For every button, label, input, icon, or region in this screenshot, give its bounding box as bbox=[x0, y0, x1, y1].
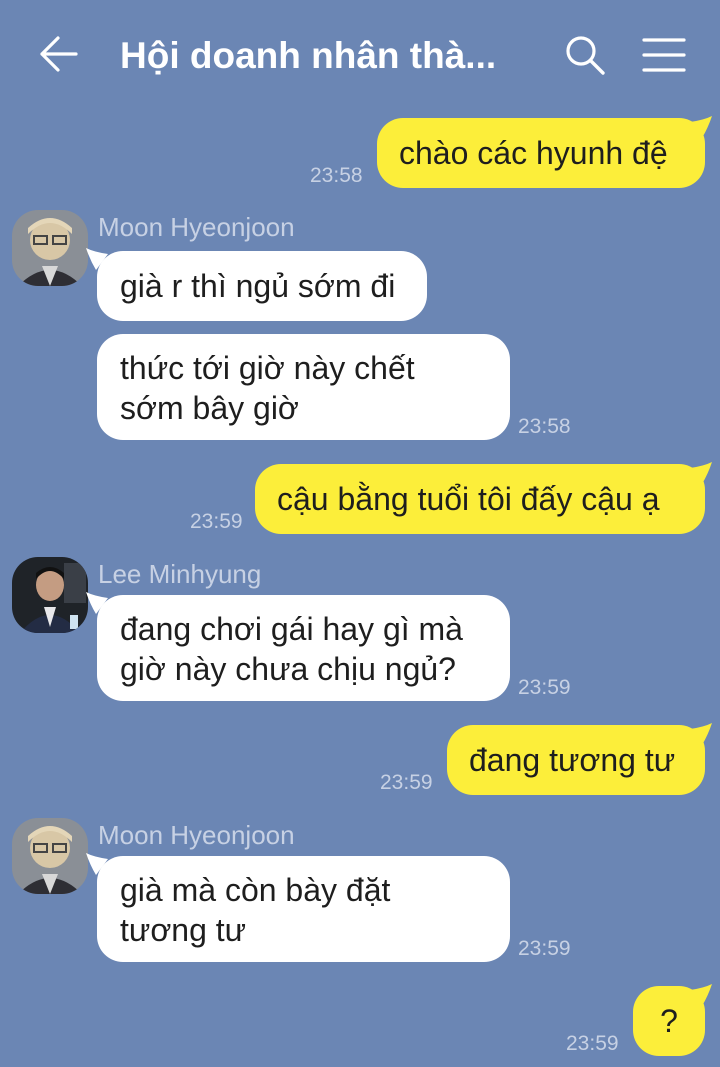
avatar[interactable] bbox=[12, 818, 88, 894]
message-time: 23:58 bbox=[518, 415, 571, 438]
avatar[interactable] bbox=[12, 557, 88, 633]
chat-title: Hội doanh nhân thà... bbox=[120, 35, 497, 76]
sender-name: Moon Hyeonjoon bbox=[98, 212, 295, 242]
message-time: 23:59 bbox=[566, 1032, 619, 1055]
message-time: 23:59 bbox=[190, 510, 243, 533]
back-button[interactable] bbox=[36, 34, 80, 74]
hamburger-menu-icon bbox=[642, 38, 686, 72]
chat-header: Hội doanh nhân thà... bbox=[0, 0, 720, 110]
outgoing-message-bubble[interactable]: chào các hyunh đệ bbox=[377, 118, 705, 188]
bubble-tail bbox=[86, 592, 108, 614]
bubble-tail bbox=[690, 984, 712, 1006]
search-button[interactable] bbox=[564, 34, 606, 76]
message-time: 23:58 bbox=[310, 164, 363, 187]
avatar[interactable] bbox=[12, 210, 88, 286]
sender-name: Moon Hyeonjoon bbox=[98, 820, 295, 850]
outgoing-message-bubble[interactable]: đang tương tư bbox=[447, 725, 705, 795]
message-time: 23:59 bbox=[380, 771, 433, 794]
bubble-tail bbox=[690, 723, 712, 745]
bubble-tail bbox=[86, 853, 108, 875]
arrow-left-icon bbox=[40, 36, 78, 72]
message-time: 23:59 bbox=[518, 676, 571, 699]
outgoing-message-bubble[interactable]: cậu bằng tuổi tôi đấy cậu ạ bbox=[255, 464, 705, 534]
bubble-tail bbox=[690, 462, 712, 484]
search-icon bbox=[566, 36, 605, 75]
incoming-message-bubble[interactable]: đang chơi gái hay gì mà giờ này chưa chị… bbox=[97, 595, 510, 701]
bubble-tail bbox=[690, 116, 712, 138]
sender-name: Lee Minhyung bbox=[98, 559, 262, 589]
incoming-message-bubble[interactable]: già r thì ngủ sớm đi bbox=[97, 251, 427, 321]
bubble-tail bbox=[86, 248, 108, 270]
message-time: 23:59 bbox=[518, 937, 571, 960]
incoming-message-bubble[interactable]: thức tới giờ này chết sớm bây giờ bbox=[97, 334, 510, 440]
incoming-message-bubble[interactable]: già mà còn bày đặt tương tư bbox=[97, 856, 510, 962]
menu-button[interactable] bbox=[642, 36, 686, 74]
